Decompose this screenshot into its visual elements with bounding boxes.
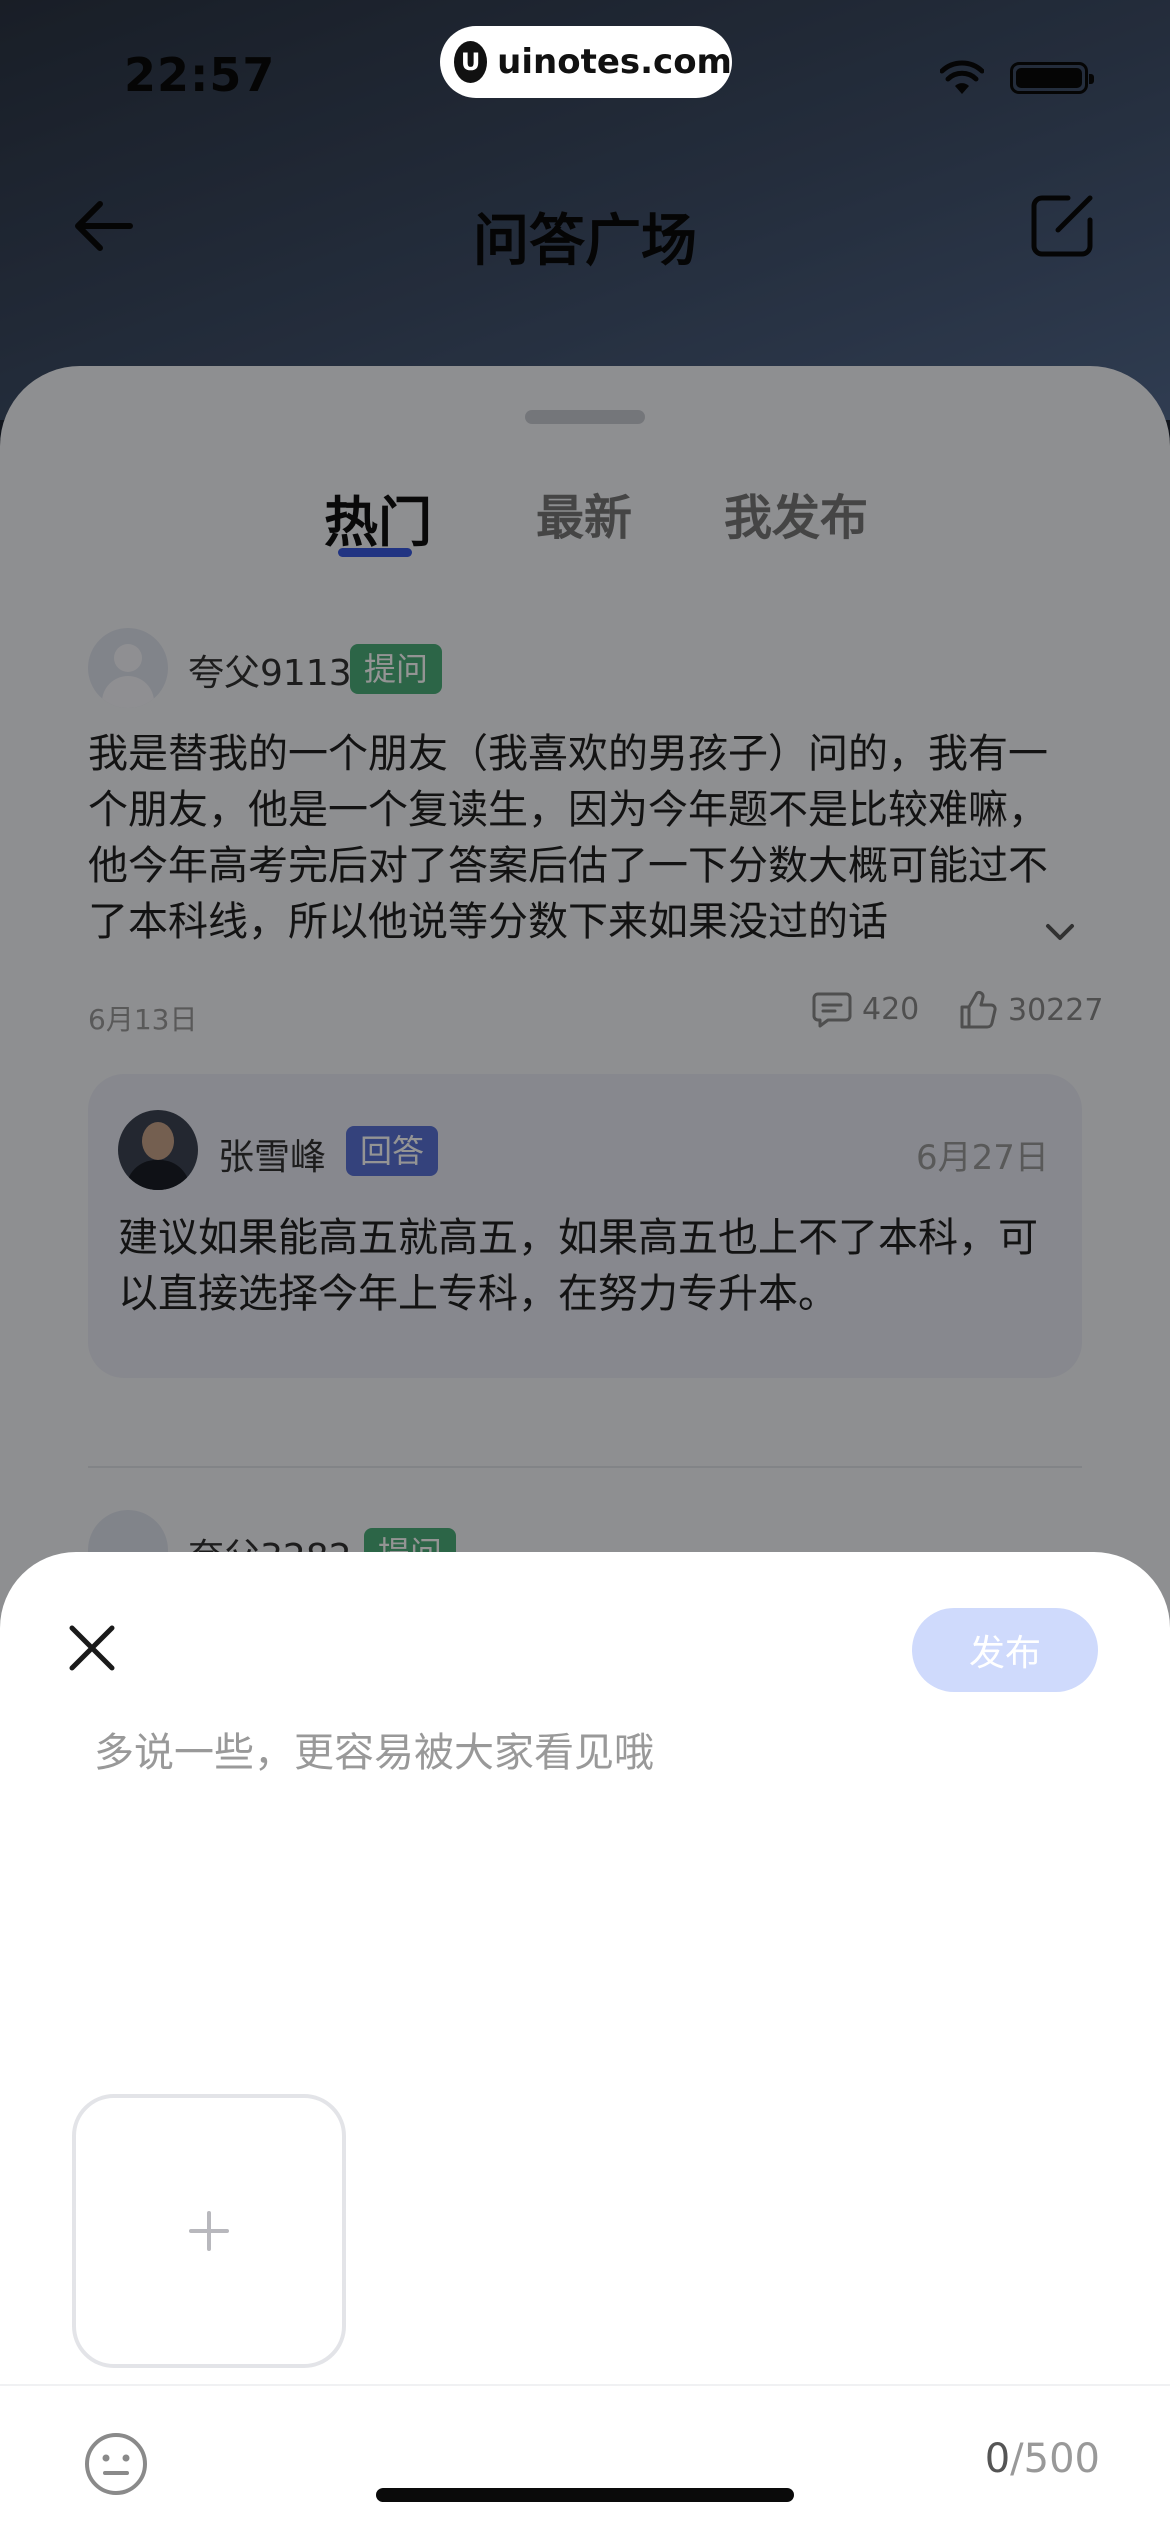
compose-input[interactable] [94,1720,1084,2020]
divider [0,2384,1170,2386]
publish-button[interactable]: 发布 [912,1608,1098,1692]
emoji-icon[interactable] [82,2430,150,2498]
watermark-text: uinotes.com [497,42,732,82]
char-count-max: /500 [1010,2436,1100,2482]
char-counter: 0/500 [960,2436,1100,2482]
close-icon[interactable] [64,1620,120,1676]
watermark-badge: U uinotes.com [440,26,732,98]
app-root: 22:57 问答广场 热门 最新 我发布 夸父9113 提问 我是替我的一个朋友… [0,0,1170,2532]
home-indicator[interactable] [376,2488,794,2502]
char-count-current: 0 [984,2436,1011,2482]
watermark-logo-icon: U [454,41,488,83]
plus-icon [189,2211,229,2251]
add-image-button[interactable] [72,2094,346,2368]
